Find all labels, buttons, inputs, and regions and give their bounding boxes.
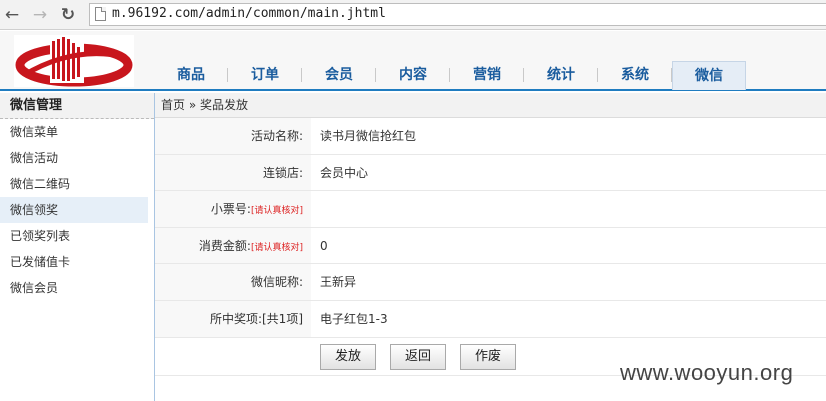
sidebar-item-wechat-activity[interactable]: 微信活动 — [0, 145, 154, 171]
prize-issue-form: 活动名称: 读书月微信抢红包 连锁店: 会员中心 小票号:[请认真核对] 消费金… — [155, 118, 826, 376]
sidebar-item-wechat-qrcode[interactable]: 微信二维码 — [0, 171, 154, 197]
sidebar-menu: 微信菜单 微信活动 微信二维码 微信领奖 已领奖列表 已发储值卡 微信会员 — [0, 119, 154, 301]
sidebar-item-wechat-members[interactable]: 微信会员 — [0, 275, 154, 301]
sidebar-item-claimed-list[interactable]: 已领奖列表 — [0, 223, 154, 249]
forward-arrow-icon[interactable]: → — [30, 5, 50, 25]
activity-value: 读书月微信抢红包 — [320, 129, 417, 143]
button-group: 发放 返回 作废 — [311, 338, 530, 376]
receipt-verify-note: [请认真核对] — [250, 206, 303, 217]
form-row-amount: 消费金额:[请认真核对] 0 — [155, 227, 826, 265]
void-button[interactable]: 作废 — [460, 343, 516, 370]
form-row-nickname: 微信昵称: 王新异 — [155, 264, 826, 301]
receipt-value — [311, 191, 320, 227]
nav-item-orders[interactable]: 订单 — [228, 61, 302, 89]
receipt-label-cell: 小票号:[请认真核对] — [155, 191, 311, 227]
nav-item-members[interactable]: 会员 — [302, 61, 376, 89]
store-value: 会员中心 — [320, 165, 369, 180]
logo-graphic — [15, 37, 133, 87]
amount-label: 消费金额: — [198, 238, 251, 253]
activity-label: 活动名称: — [155, 118, 311, 154]
nav-item-wechat[interactable]: 微信 — [672, 61, 746, 90]
form-row-prize: 所中奖项:[共1项] 电子红包1-3 — [155, 300, 826, 338]
nav-item-marketing[interactable]: 营销 — [450, 61, 524, 89]
actions-spacer — [155, 337, 311, 376]
sidebar-item-issued-cards[interactable]: 已发储值卡 — [0, 249, 154, 275]
sidebar-item-wechat-menu[interactable]: 微信菜单 — [0, 119, 154, 145]
amount-label-cell: 消费金额:[请认真核对] — [155, 227, 311, 264]
main-nav: 商品 订单 会员 内容 营销 统计 系统 微信 — [154, 61, 746, 90]
address-bar[interactable]: m.96192.com/admin/common/main.jhtml — [89, 3, 826, 26]
form-row-activity: 活动名称: 读书月微信抢红包 — [155, 118, 826, 155]
form-row-store: 连锁店: 会员中心 — [155, 154, 826, 192]
amount-verify-note: [请认真核对] — [250, 242, 303, 253]
issue-button[interactable]: 发放 — [320, 343, 376, 370]
site-logo[interactable] — [14, 35, 134, 87]
nickname-label: 微信昵称: — [155, 264, 311, 300]
watermark: www.wooyun.org — [620, 360, 794, 385]
page-icon — [95, 7, 106, 21]
back-button[interactable]: 返回 — [390, 343, 446, 370]
form-row-receipt: 小票号:[请认真核对] — [155, 191, 826, 228]
nav-item-statistics[interactable]: 统计 — [524, 61, 598, 89]
nav-item-goods[interactable]: 商品 — [154, 61, 228, 89]
browser-toolbar: ← → ↻ m.96192.com/admin/common/main.jhtm… — [0, 0, 826, 30]
prize-label: 所中奖项:[共1项] — [155, 300, 311, 337]
nav-item-content[interactable]: 内容 — [376, 61, 450, 89]
amount-value: 0 — [320, 238, 328, 253]
receipt-label: 小票号: — [210, 202, 251, 217]
sidebar-title: 微信管理 — [0, 93, 154, 119]
nickname-value: 王新异 — [320, 275, 357, 290]
prize-value: 电子红包1-3 — [320, 311, 388, 326]
breadcrumb: 首页 » 奖品发放 — [155, 93, 826, 118]
sidebar: 微信管理 微信菜单 微信活动 微信二维码 微信领奖 已领奖列表 已发储值卡 微信… — [0, 93, 155, 401]
nav-item-system[interactable]: 系统 — [598, 61, 672, 89]
store-label: 连锁店: — [155, 154, 311, 191]
reload-icon[interactable]: ↻ — [58, 5, 78, 25]
url-text[interactable]: m.96192.com/admin/common/main.jhtml — [112, 6, 386, 21]
site-header: 商品 订单 会员 内容 营销 统计 系统 微信 — [0, 31, 826, 91]
sidebar-item-wechat-prize[interactable]: 微信领奖 — [0, 197, 148, 223]
back-arrow-icon[interactable]: ← — [2, 5, 22, 25]
